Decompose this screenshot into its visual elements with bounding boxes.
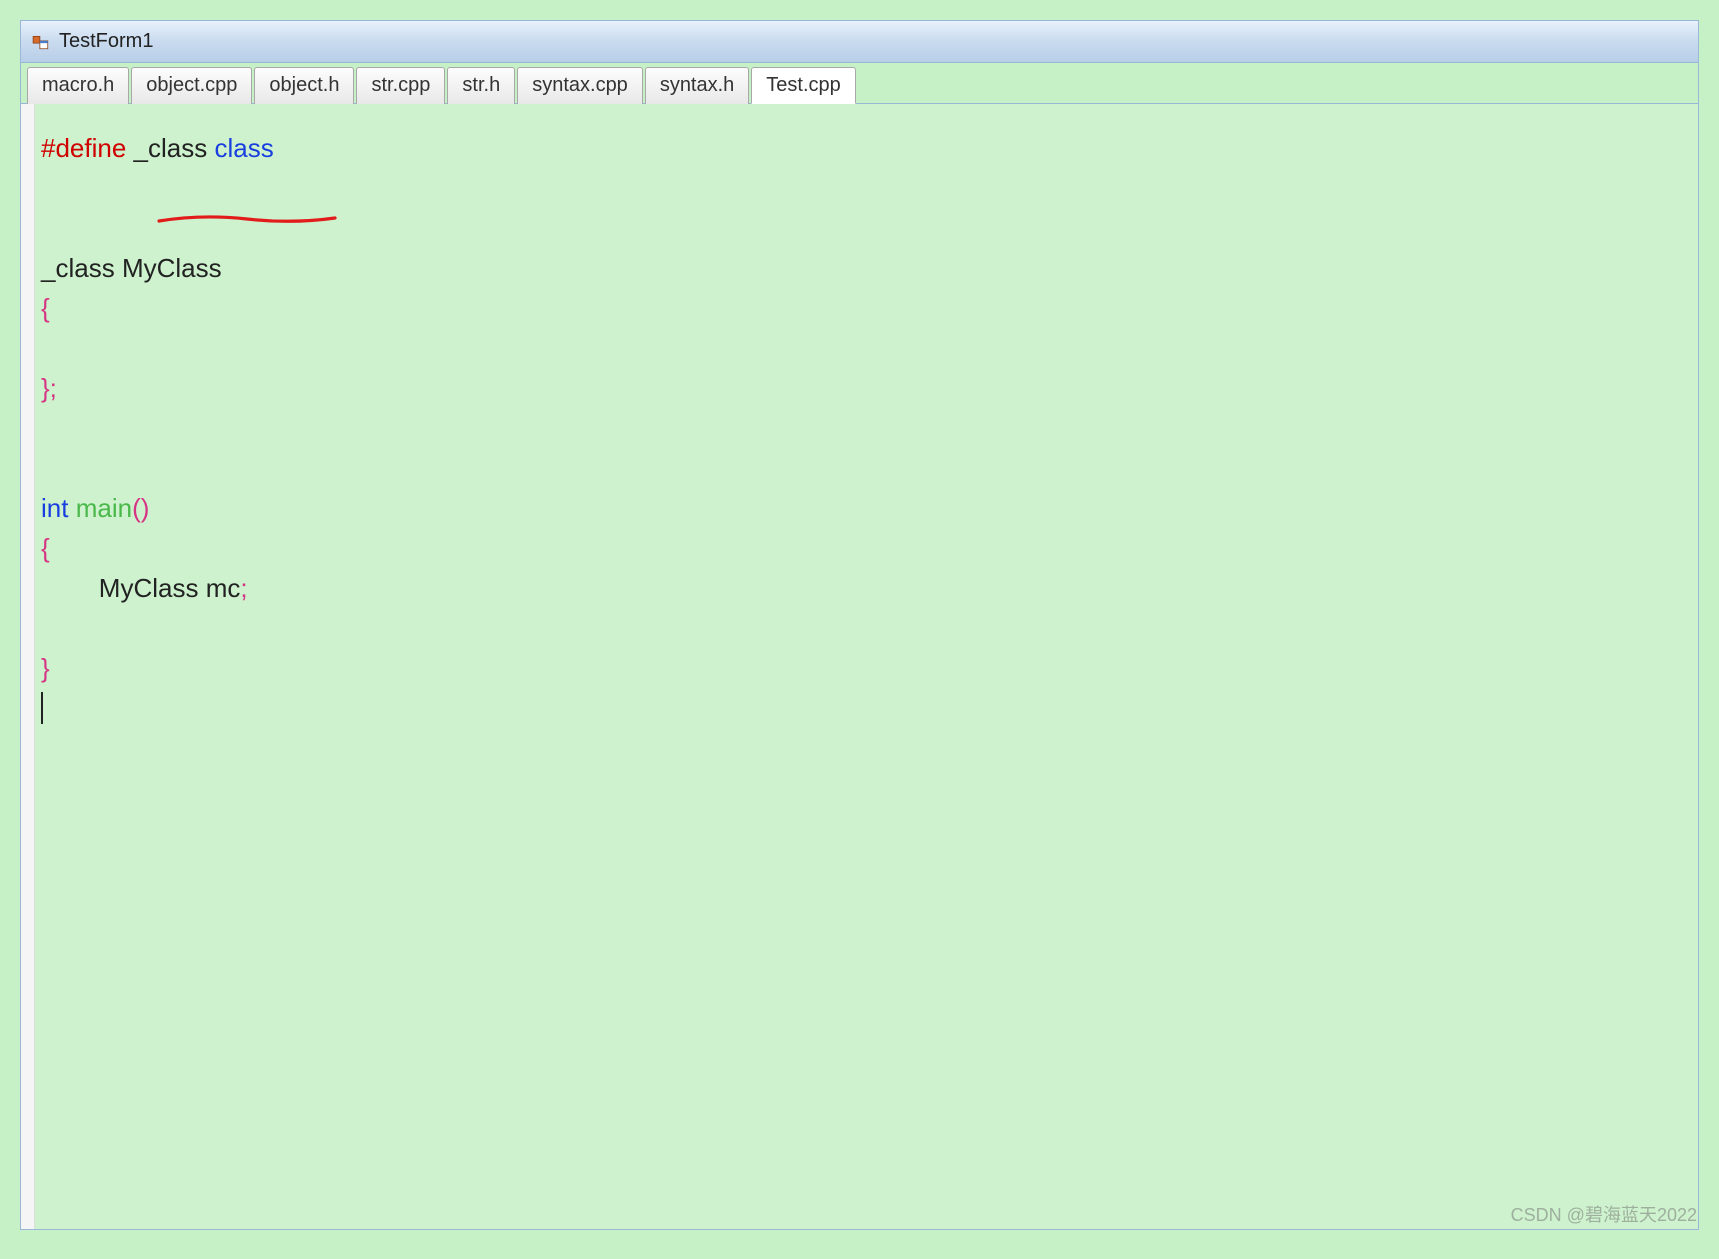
token-brace-close-semi: };	[41, 373, 57, 403]
token-brace-open: {	[41, 293, 50, 323]
token-brace-open: {	[41, 533, 50, 563]
token-class-name: MyClass	[122, 253, 222, 283]
tabstrip: macro.h object.cpp object.h str.cpp str.…	[21, 63, 1698, 104]
token-var-name: mc	[206, 573, 241, 603]
tab-str-h[interactable]: str.h	[447, 67, 515, 104]
code-editor[interactable]: #define _class class _class MyClass { };…	[35, 104, 1698, 1229]
window-title: TestForm1	[59, 30, 153, 53]
app-window: TestForm1 macro.h object.cpp object.h st…	[20, 20, 1699, 1230]
titlebar[interactable]: TestForm1	[21, 21, 1698, 63]
token-semi: ;	[240, 573, 247, 603]
editor-wrap: #define _class class _class MyClass { };…	[21, 104, 1698, 1229]
tab-macro-h[interactable]: macro.h	[27, 67, 129, 104]
token-parens: ()	[132, 493, 149, 523]
tab-syntax-h[interactable]: syntax.h	[645, 67, 749, 104]
token-brace-close: }	[41, 653, 50, 683]
editor-gutter	[21, 104, 35, 1229]
tab-syntax-cpp[interactable]: syntax.cpp	[517, 67, 643, 104]
token-keyword-int: int	[41, 493, 68, 523]
tab-object-cpp[interactable]: object.cpp	[131, 67, 252, 104]
token-keyword-class: class	[214, 133, 273, 163]
token-var-type: MyClass	[99, 573, 199, 603]
token-indent	[41, 573, 99, 603]
token-function-main: main	[76, 493, 132, 523]
token-class-decl: _class	[41, 253, 115, 283]
tab-object-h[interactable]: object.h	[254, 67, 354, 104]
token-macro-name: _class	[134, 133, 208, 163]
text-caret	[41, 692, 43, 724]
form-icon	[31, 32, 51, 52]
token-preprocessor: #define	[41, 133, 126, 163]
tab-test-cpp[interactable]: Test.cpp	[751, 67, 855, 104]
tab-str-cpp[interactable]: str.cpp	[356, 67, 445, 104]
